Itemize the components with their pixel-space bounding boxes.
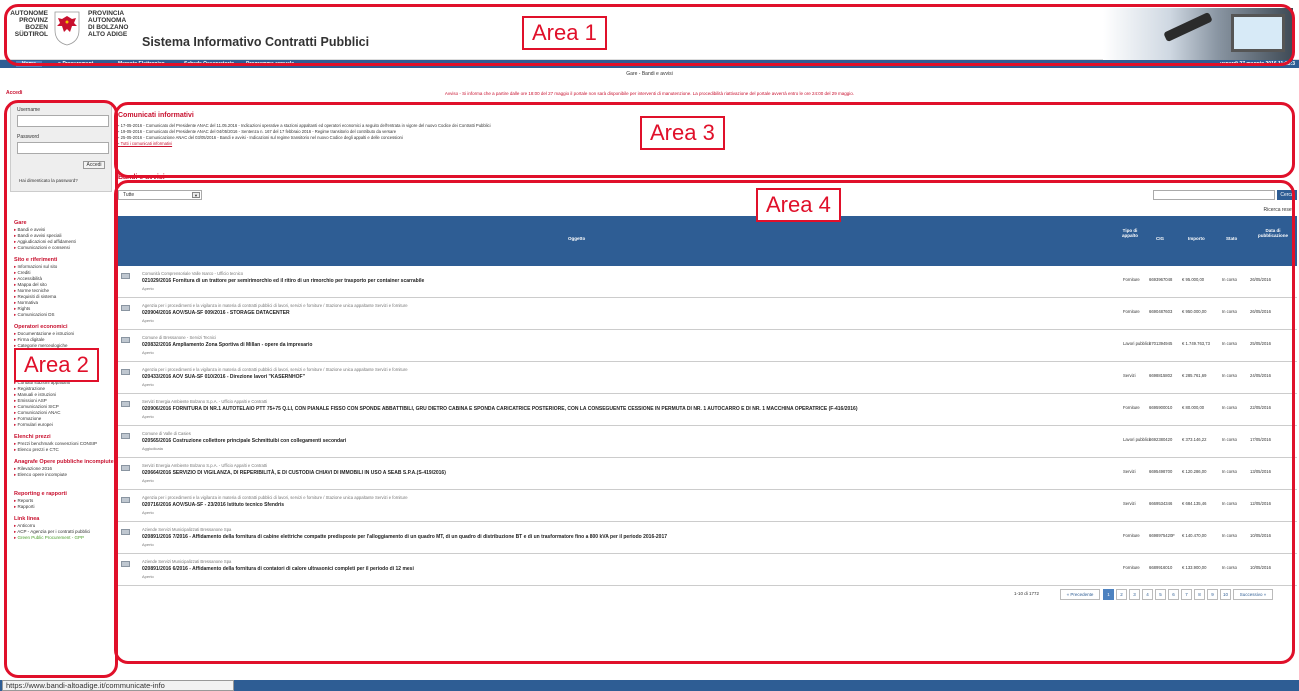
area-4-label: Area 4 — [756, 188, 841, 222]
status-url: https://www.bandi-altoadige.it/communica… — [2, 680, 234, 691]
area-1-label: Area 1 — [522, 16, 607, 50]
area-1-outline — [4, 4, 1295, 66]
area-2-label: Area 2 — [14, 348, 99, 382]
browser-statusbar: https://www.bandi-altoadige.it/communica… — [0, 680, 1299, 691]
maintenance-alert: Avviso - Si informa che a partire dalle … — [444, 91, 855, 96]
breadcrumb: Gare - Bandi e avvisi — [626, 71, 673, 77]
area-3-label: Area 3 — [640, 116, 725, 150]
area-2-outline — [4, 100, 118, 678]
area-4-outline — [114, 180, 1295, 664]
